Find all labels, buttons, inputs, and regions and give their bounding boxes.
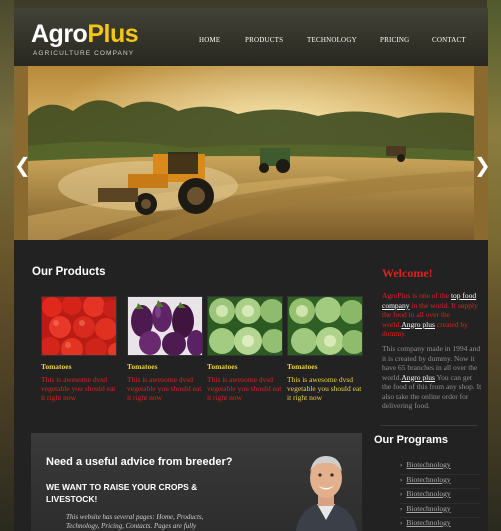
slider-prev-button[interactable]: ❮	[14, 153, 31, 177]
list-item: › Biotechnology	[400, 518, 480, 531]
chevron-right-icon: ›	[400, 476, 403, 484]
eggplant-image[interactable]	[127, 296, 203, 356]
main-content: Our Products Tomatoes This is awesome dv…	[14, 240, 488, 531]
list-item: › Biotechnology	[400, 504, 480, 518]
welcome-paragraph-1: AgroPlus is one of the top food company …	[382, 291, 482, 339]
products-heading: Our Products	[32, 266, 106, 278]
slider-next-button[interactable]: ❯	[474, 154, 488, 176]
angro-plus-link[interactable]: Angro plus	[401, 373, 435, 382]
nav-item-contact[interactable]: CONTACT	[432, 36, 466, 44]
program-link[interactable]: Biotechnology	[406, 504, 450, 513]
programs-heading: Our Programs	[374, 434, 448, 446]
chevron-right-icon: ›	[400, 520, 403, 527]
breeder-portrait	[296, 456, 357, 531]
cabbage-image[interactable]	[207, 296, 283, 356]
advice-banner: Need a useful advice from breeder? WE WA…	[31, 433, 362, 531]
welcome-paragraph-2: This company made in 1994 and it is crea…	[382, 344, 482, 411]
product-description: This is awesome dvsd vegetable you shoul…	[127, 375, 202, 402]
product-description: This is awesome dvsd vegetable you shoul…	[287, 375, 362, 402]
program-link[interactable]: Biotechnology	[406, 460, 450, 469]
background-scenery-right	[487, 0, 501, 531]
list-item: › Biotechnology	[400, 489, 480, 504]
product-card[interactable]: Tomatoes This is awesome dvsd vegetable …	[127, 296, 207, 402]
logo-tagline: AGRICULTURE COMPANY	[33, 50, 135, 57]
welcome-text: AgroPlus is one of the	[382, 291, 451, 300]
hero-slider: ❮ ❯	[14, 66, 488, 240]
welcome-heading: Welcome!	[382, 266, 433, 280]
advice-body: This website has several pages: Home, Pr…	[66, 513, 204, 530]
list-item: › Biotechnology	[400, 475, 480, 489]
nav-item-pricing[interactable]: PRICING	[380, 36, 409, 44]
advice-subheading: WE WANT TO RAISE YOUR CROPS & LIVESTOCK!	[46, 482, 198, 504]
nav-item-home[interactable]: HOME	[199, 36, 220, 44]
background-scenery-left	[0, 0, 14, 531]
chevron-right-icon: ›	[400, 462, 403, 469]
product-name: Tomatoes	[207, 362, 238, 371]
header: AgroPlus AGRICULTURE COMPANY HOME PRODUC…	[14, 8, 488, 66]
hero-image-tractors-field	[28, 66, 474, 240]
advice-heading: Need a useful advice from breeder?	[46, 456, 233, 468]
program-link[interactable]: Biotechnology	[406, 518, 450, 527]
list-item: › Biotechnology	[400, 460, 480, 475]
chevron-right-icon: ❯	[474, 153, 488, 177]
nav-item-technology[interactable]: TECHNOLOGY	[307, 36, 357, 44]
divider	[380, 425, 478, 426]
product-card[interactable]: Tomatoes This is awesome dvsd vegetable …	[287, 296, 367, 402]
angro-plus-link[interactable]: Angro plus	[401, 320, 435, 329]
product-description: This is awesome dvsd vegetable you shoul…	[207, 375, 282, 402]
tomatoes-image[interactable]	[41, 296, 117, 356]
program-link[interactable]: Biotechnology	[406, 475, 450, 484]
chevron-right-icon: ›	[400, 491, 403, 498]
site-container: AgroPlus AGRICULTURE COMPANY HOME PRODUC…	[14, 8, 488, 531]
product-name: Tomatoes	[287, 362, 318, 371]
nav-item-products[interactable]: PRODUCTS	[245, 36, 283, 44]
product-name: Tomatoes	[41, 362, 72, 371]
product-card[interactable]: Tomatoes This is awesome dvsd vegetable …	[41, 296, 121, 402]
product-name: Tomatoes	[127, 362, 158, 371]
chevron-left-icon: ❮	[14, 153, 31, 177]
product-card[interactable]: Tomatoes This is awesome dvsd vegetable …	[207, 296, 287, 402]
cabbage-image[interactable]	[287, 296, 363, 356]
main-nav: HOME PRODUCTS TECHNOLOGY PRICING CONTACT	[14, 36, 488, 48]
product-description: This is awesome dvsd vegetable you shoul…	[41, 375, 116, 402]
programs-list: › Biotechnology › Biotechnology › Biotechno…	[400, 460, 480, 531]
program-link[interactable]: Biotechnology	[406, 489, 450, 498]
chevron-right-icon: ›	[400, 505, 403, 513]
